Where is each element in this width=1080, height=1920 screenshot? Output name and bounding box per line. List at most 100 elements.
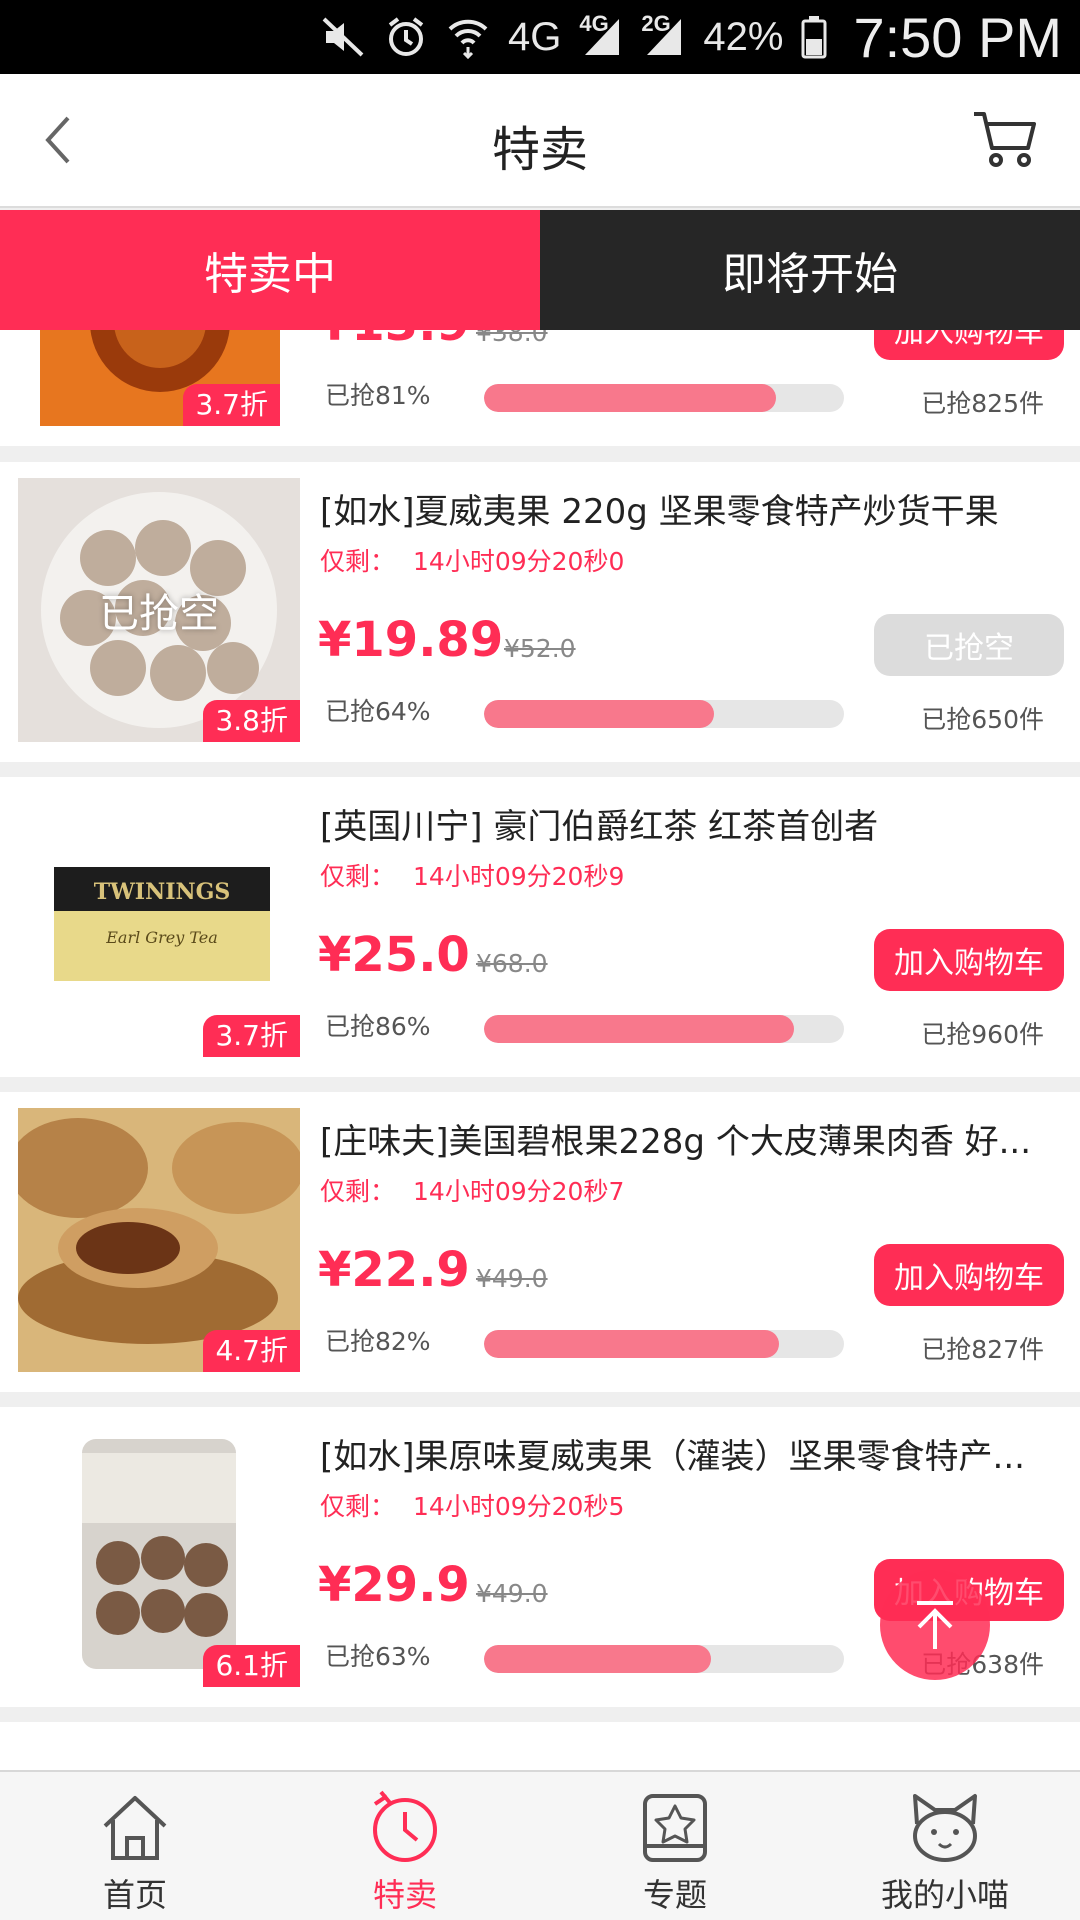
signal-2-label: 2G bbox=[641, 11, 671, 36]
svg-text:TWININGS: TWININGS bbox=[94, 879, 231, 905]
progress-fill bbox=[484, 384, 776, 412]
nav-topics[interactable]: 专题 bbox=[540, 1772, 810, 1920]
countdown-value: 14小时09分20秒0 bbox=[413, 547, 625, 576]
countdown: 仅剩： 14小时09分20秒5 bbox=[320, 1487, 624, 1523]
add-to-cart-button[interactable]: 加入购物车 bbox=[874, 1244, 1064, 1306]
product-title: [如水]果原味夏威夷果（灌装）坚果零食特产... bbox=[320, 1437, 1025, 1477]
nav-home[interactable]: 首页 bbox=[0, 1772, 270, 1920]
tab-on-sale[interactable]: 特卖中 bbox=[0, 210, 540, 330]
cat-icon bbox=[913, 1794, 977, 1862]
nav-profile[interactable]: 我的小喵 bbox=[810, 1772, 1080, 1920]
original-price: ¥68.0 bbox=[476, 949, 548, 978]
battery-percent: 42% bbox=[703, 14, 784, 59]
add-to-cart-button[interactable]: 加入购物车 bbox=[874, 929, 1064, 991]
alarm-icon bbox=[384, 17, 428, 57]
nav-topics-label: 专题 bbox=[642, 1876, 707, 1914]
star-book-icon bbox=[643, 1794, 707, 1862]
product-card[interactable]: 已抢空 3.8折 [如水]夏威夷果 220g 坚果零食特产炒货干果 仅剩： 14小… bbox=[0, 462, 1080, 762]
nav-sale-label: 特卖 bbox=[372, 1876, 437, 1914]
discount-badge: 3.8折 bbox=[203, 700, 300, 742]
countdown-label: 仅剩： bbox=[320, 1177, 396, 1206]
countdown-value: 14小时09分20秒7 bbox=[413, 1177, 625, 1206]
countdown-value: 14小时09分20秒5 bbox=[413, 1492, 625, 1521]
page-title: 特卖 bbox=[491, 122, 588, 178]
svg-text:Earl Grey Tea: Earl Grey Tea bbox=[105, 928, 218, 947]
network-type: 4G bbox=[508, 14, 562, 59]
signal-icon-1: 4G bbox=[579, 11, 623, 57]
product-image: 6.1折 bbox=[18, 1423, 300, 1687]
progress-fill bbox=[484, 1015, 794, 1043]
sold-percent: 已抢63% bbox=[325, 1642, 431, 1671]
countdown: 仅剩： 14小时09分20秒9 bbox=[320, 857, 624, 893]
add-to-cart-button[interactable]: 加入购物车 bbox=[874, 330, 1064, 360]
progress-fill bbox=[484, 1645, 711, 1673]
product-card[interactable] bbox=[0, 1722, 1080, 1770]
nav-home-label: 首页 bbox=[102, 1876, 167, 1914]
sold-percent: 已抢86% bbox=[325, 1012, 431, 1041]
product-image: 4.7折 bbox=[18, 1108, 300, 1372]
back-to-top-button[interactable] bbox=[880, 1570, 990, 1680]
battery-icon bbox=[801, 16, 827, 59]
product-list: 3.7折 ¥13.9 ¥38.0 加入购物车 已抢81% 已抢825件 已抢空 … bbox=[0, 330, 1080, 1770]
sold-count: 已抢827件 bbox=[921, 1335, 1044, 1364]
arrow-up-icon bbox=[917, 1601, 953, 1649]
sold-count: 已抢650件 bbox=[921, 705, 1044, 734]
original-price: ¥49.0 bbox=[476, 1264, 548, 1293]
discount-badge: 3.7折 bbox=[203, 1015, 300, 1057]
discount-badge: 3.7折 bbox=[183, 384, 280, 426]
product-card[interactable]: TWININGS Earl Grey Tea 3.7折 [英国川宁] 豪门伯爵红… bbox=[0, 777, 1080, 1077]
status-bar: 4G 4G 2G 42% 7:50 PM bbox=[0, 0, 1080, 74]
product-card[interactable]: 4.7折 [庄味夫]美国碧根果228g 个大皮薄果肉香 好... 仅剩： 14小时… bbox=[0, 1092, 1080, 1392]
progress-fill bbox=[484, 700, 715, 728]
sold-progress-bar bbox=[484, 1330, 844, 1358]
product-title: [如水]夏威夷果 220g 坚果零食特产炒货干果 bbox=[320, 492, 999, 532]
product-image: 已抢空 3.8折 bbox=[18, 478, 300, 742]
original-price: ¥49.0 bbox=[476, 1579, 548, 1608]
sold-count: 已抢825件 bbox=[921, 389, 1044, 418]
sold-out-button[interactable]: 已抢空 bbox=[874, 614, 1064, 676]
product-title: [庄味夫]美国碧根果228g 个大皮薄果肉香 好... bbox=[320, 1122, 1032, 1162]
signal-icon-2: 2G bbox=[641, 11, 685, 57]
original-price: ¥52.0 bbox=[504, 634, 576, 663]
countdown-label: 仅剩： bbox=[320, 862, 396, 891]
sold-progress-bar bbox=[484, 1645, 844, 1673]
sale-tabs: 特卖中 即将开始 bbox=[0, 210, 1080, 330]
wifi-icon bbox=[446, 17, 490, 59]
tab-coming-soon[interactable]: 即将开始 bbox=[540, 210, 1080, 330]
sold-percent: 已抢64% bbox=[325, 697, 431, 726]
discount-badge: 4.7折 bbox=[203, 1330, 300, 1372]
countdown-label: 仅剩： bbox=[320, 547, 396, 576]
sold-count: 已抢960件 bbox=[921, 1020, 1044, 1049]
countdown: 仅剩： 14小时09分20秒0 bbox=[320, 542, 624, 578]
sold-progress-bar bbox=[484, 1015, 844, 1043]
mute-icon bbox=[322, 17, 366, 57]
product-card[interactable]: 3.7折 ¥13.9 ¥38.0 加入购物车 已抢81% 已抢825件 bbox=[0, 330, 1080, 446]
sold-percent: 已抢82% bbox=[325, 1327, 431, 1356]
sale-price: ¥13.9 bbox=[318, 330, 470, 352]
nav-sale[interactable]: 特卖 bbox=[270, 1772, 540, 1920]
clock-time: 7:50 PM bbox=[853, 5, 1062, 69]
shopping-cart-icon bbox=[974, 112, 1036, 167]
countdown-value: 14小时09分20秒9 bbox=[413, 862, 625, 891]
nav-profile-label: 我的小喵 bbox=[880, 1876, 1009, 1914]
sale-price: ¥29.9 bbox=[318, 1557, 470, 1613]
product-image: TWININGS Earl Grey Tea 3.7折 bbox=[18, 793, 300, 1057]
product-image: 3.7折 bbox=[40, 330, 280, 426]
clock-icon bbox=[373, 1790, 437, 1862]
discount-badge: 6.1折 bbox=[203, 1645, 300, 1687]
sale-price: ¥25.0 bbox=[318, 927, 470, 983]
signal-1-label: 4G bbox=[579, 11, 609, 36]
countdown-label: 仅剩： bbox=[320, 1492, 396, 1521]
sale-price: ¥19.89 bbox=[318, 612, 504, 668]
cart-button[interactable] bbox=[970, 104, 1040, 174]
countdown: 仅剩： 14小时09分20秒7 bbox=[320, 1172, 624, 1208]
sale-price: ¥22.9 bbox=[318, 1242, 470, 1298]
sold-progress-bar bbox=[484, 700, 844, 728]
sold-percent: 已抢81% bbox=[325, 381, 431, 410]
top-app-bar: 特卖 bbox=[0, 74, 1080, 208]
bottom-navigation: 首页 特卖 专题 我的小喵 bbox=[0, 1770, 1080, 1920]
sold-progress-bar bbox=[484, 384, 844, 412]
original-price: ¥38.0 bbox=[476, 330, 548, 347]
product-title: [英国川宁] 豪门伯爵红茶 红茶首创者 bbox=[320, 807, 879, 847]
progress-fill bbox=[484, 1330, 780, 1358]
